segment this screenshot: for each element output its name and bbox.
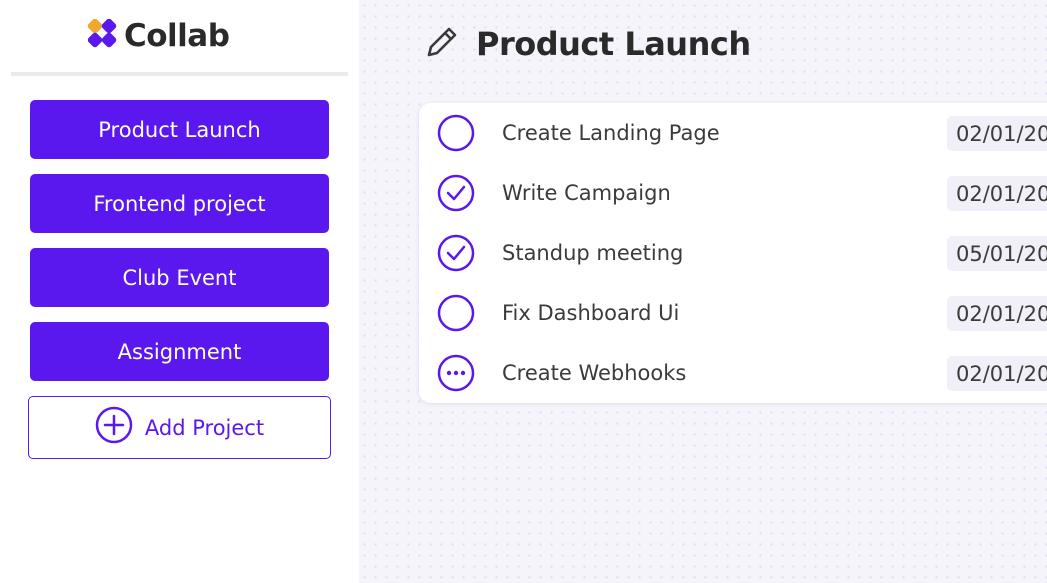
task-list: Create Landing Page 02/01/20 Write Campa… — [419, 103, 1047, 403]
plus-circle-icon — [95, 406, 133, 449]
project-item-product-launch[interactable]: Product Launch — [30, 100, 329, 159]
task-row[interactable]: Create Webhooks 02/01/20 — [419, 343, 1047, 403]
task-date: 05/01/20 — [947, 236, 1047, 271]
task-row[interactable]: Create Landing Page 02/01/20 — [419, 103, 1047, 163]
empty-circle-icon[interactable] — [437, 294, 475, 332]
task-name: Standup meeting — [502, 241, 684, 265]
project-list: Product Launch Frontend project Club Eve… — [30, 100, 329, 396]
collab-logo-icon — [87, 18, 118, 53]
check-circle-icon[interactable] — [437, 174, 475, 212]
project-item-assignment[interactable]: Assignment — [30, 322, 329, 381]
project-label: Assignment — [117, 339, 242, 364]
task-date: 02/01/20 — [947, 296, 1047, 331]
task-name: Fix Dashboard Ui — [502, 301, 680, 325]
sidebar: Collab Product Launch Frontend project C… — [0, 0, 359, 583]
task-name: Create Webhooks — [502, 361, 687, 385]
task-date: 02/01/20 — [947, 176, 1047, 211]
empty-circle-icon[interactable] — [437, 114, 475, 152]
task-row[interactable]: Write Campaign 02/01/20 — [419, 163, 1047, 223]
task-row[interactable]: Fix Dashboard Ui 02/01/20 — [419, 283, 1047, 343]
project-item-frontend-project[interactable]: Frontend project — [30, 174, 329, 233]
sidebar-divider — [11, 72, 348, 76]
project-label: Frontend project — [93, 191, 266, 216]
main-panel: Product Launch Create Landing Page 02/01… — [359, 0, 1047, 583]
title-row: Product Launch — [422, 22, 751, 66]
dots-circle-icon[interactable] — [437, 354, 475, 392]
task-date: 02/01/20 — [947, 356, 1047, 391]
brand[interactable]: Collab — [87, 18, 230, 54]
add-project-button[interactable]: Add Project — [28, 396, 331, 459]
task-name: Write Campaign — [502, 181, 671, 205]
page-title: Product Launch — [476, 25, 751, 63]
task-date: 02/01/20 — [947, 116, 1047, 151]
project-label: Product Launch — [98, 117, 261, 142]
task-row[interactable]: Standup meeting 05/01/20 — [419, 223, 1047, 283]
task-name: Create Landing Page — [502, 121, 720, 145]
brand-name: Collab — [124, 18, 230, 54]
project-item-club-event[interactable]: Club Event — [30, 248, 329, 307]
project-label: Club Event — [122, 265, 237, 290]
check-circle-icon[interactable] — [437, 234, 475, 272]
add-project-label: Add Project — [144, 415, 265, 440]
pencil-icon[interactable] — [422, 22, 462, 66]
